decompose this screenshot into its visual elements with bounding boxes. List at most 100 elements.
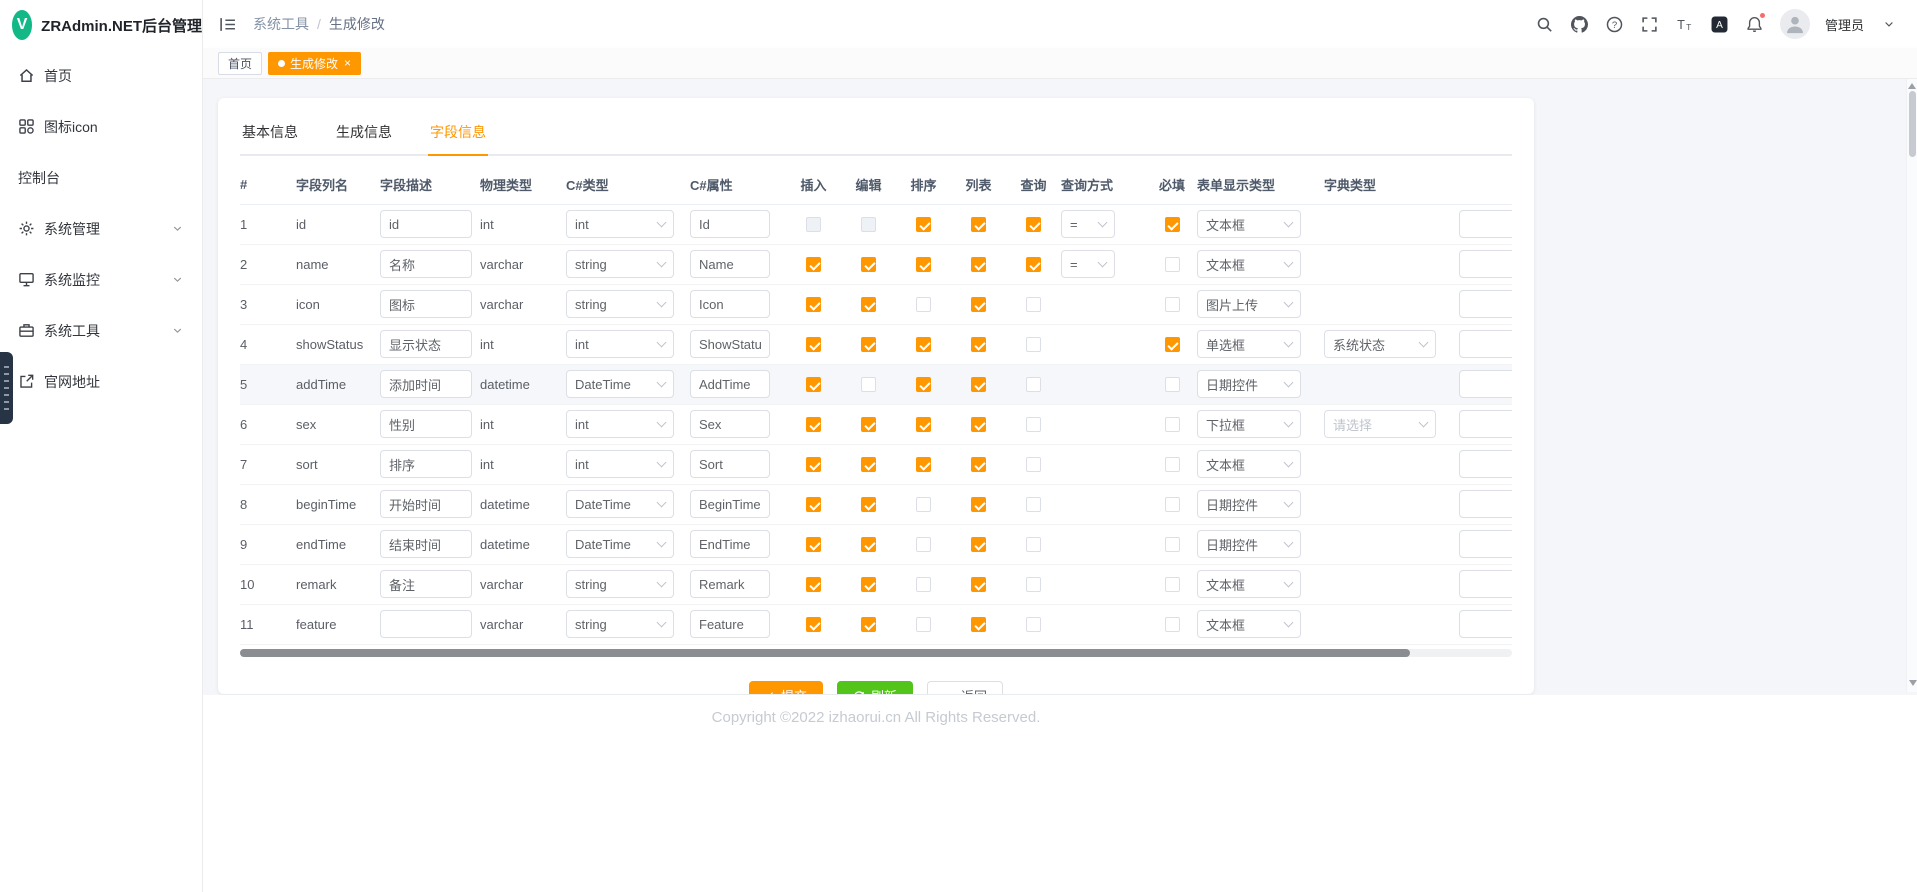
- sort-checkbox[interactable]: [916, 537, 931, 552]
- csharp-type-select[interactable]: string: [566, 250, 674, 278]
- theme-drawer-handle[interactable]: [0, 352, 13, 424]
- sidebar-item-console[interactable]: 控制台: [0, 152, 202, 203]
- list-checkbox[interactable]: [971, 617, 986, 632]
- required-checkbox[interactable]: [1165, 617, 1180, 632]
- edit-checkbox[interactable]: [861, 417, 876, 432]
- list-checkbox[interactable]: [971, 297, 986, 312]
- scroll-up-arrow[interactable]: [1908, 83, 1916, 89]
- extra-input[interactable]: [1459, 290, 1512, 318]
- csharp-attr-input[interactable]: [690, 450, 770, 478]
- tag-close-icon[interactable]: ×: [344, 57, 351, 69]
- display-type-select[interactable]: 日期控件: [1197, 530, 1301, 558]
- sort-checkbox[interactable]: [916, 257, 931, 272]
- desc-input[interactable]: [380, 450, 472, 478]
- sort-checkbox[interactable]: [916, 457, 931, 472]
- sort-checkbox[interactable]: [916, 337, 931, 352]
- tag-gencode[interactable]: 生成修改×: [268, 52, 361, 75]
- list-checkbox[interactable]: [971, 257, 986, 272]
- edit-checkbox[interactable]: [861, 577, 876, 592]
- sort-checkbox[interactable]: [916, 377, 931, 392]
- sidebar-fold-icon[interactable]: [217, 14, 237, 34]
- user-name[interactable]: 管理员: [1825, 15, 1864, 34]
- bell-icon[interactable]: [1745, 14, 1765, 34]
- sort-checkbox[interactable]: [916, 217, 931, 232]
- csharp-attr-input[interactable]: [690, 250, 770, 278]
- breadcrumb-item-parent[interactable]: 系统工具: [253, 14, 309, 34]
- desc-input[interactable]: [380, 530, 472, 558]
- insert-checkbox[interactable]: [806, 297, 821, 312]
- edit-checkbox[interactable]: [861, 257, 876, 272]
- query-type-select[interactable]: =: [1061, 250, 1115, 278]
- csharp-attr-input[interactable]: [690, 610, 770, 638]
- list-checkbox[interactable]: [971, 377, 986, 392]
- tab-basic-info[interactable]: 基本信息: [240, 116, 300, 154]
- insert-checkbox[interactable]: [806, 337, 821, 352]
- desc-input[interactable]: [380, 370, 472, 398]
- avatar[interactable]: [1780, 9, 1810, 39]
- display-type-select[interactable]: 图片上传: [1197, 290, 1301, 318]
- dict-type-select[interactable]: 系统状态: [1324, 330, 1436, 358]
- query-checkbox[interactable]: [1026, 537, 1041, 552]
- tab-gen-info[interactable]: 生成信息: [334, 116, 394, 154]
- desc-input[interactable]: [380, 490, 472, 518]
- search-icon[interactable]: [1535, 14, 1555, 34]
- insert-checkbox[interactable]: [806, 417, 821, 432]
- sort-checkbox[interactable]: [916, 577, 931, 592]
- query-checkbox[interactable]: [1026, 217, 1041, 232]
- csharp-attr-input[interactable]: [690, 370, 770, 398]
- extra-input[interactable]: [1459, 530, 1512, 558]
- extra-input[interactable]: [1459, 370, 1512, 398]
- insert-checkbox[interactable]: [806, 217, 821, 232]
- csharp-type-select[interactable]: int: [566, 450, 674, 478]
- sidebar-item-system-manage[interactable]: 系统管理: [0, 203, 202, 254]
- csharp-attr-input[interactable]: [690, 330, 770, 358]
- desc-input[interactable]: [380, 570, 472, 598]
- insert-checkbox[interactable]: [806, 497, 821, 512]
- list-checkbox[interactable]: [971, 337, 986, 352]
- insert-checkbox[interactable]: [806, 617, 821, 632]
- extra-input[interactable]: [1459, 410, 1512, 438]
- horizontal-scrollbar-thumb[interactable]: [240, 649, 1410, 657]
- insert-checkbox[interactable]: [806, 377, 821, 392]
- desc-input[interactable]: [380, 210, 472, 238]
- fullscreen-icon[interactable]: [1640, 14, 1660, 34]
- dict-type-select[interactable]: 请选择: [1324, 410, 1436, 438]
- insert-checkbox[interactable]: [806, 577, 821, 592]
- sidebar-item-system-tools[interactable]: 系统工具: [0, 305, 202, 356]
- csharp-type-select[interactable]: string: [566, 610, 674, 638]
- query-checkbox[interactable]: [1026, 337, 1041, 352]
- sort-checkbox[interactable]: [916, 417, 931, 432]
- sidebar-item-home[interactable]: 首页: [0, 50, 202, 101]
- insert-checkbox[interactable]: [806, 257, 821, 272]
- csharp-type-select[interactable]: DateTime: [566, 370, 674, 398]
- language-icon[interactable]: A: [1710, 14, 1730, 34]
- font-size-icon[interactable]: TT: [1675, 14, 1695, 34]
- list-checkbox[interactable]: [971, 217, 986, 232]
- query-checkbox[interactable]: [1026, 577, 1041, 592]
- display-type-select[interactable]: 文本框: [1197, 450, 1301, 478]
- extra-input[interactable]: [1459, 490, 1512, 518]
- query-checkbox[interactable]: [1026, 377, 1041, 392]
- submit-button[interactable]: ✓ 提交: [749, 681, 823, 695]
- query-checkbox[interactable]: [1026, 417, 1041, 432]
- display-type-select[interactable]: 单选框: [1197, 330, 1301, 358]
- sort-checkbox[interactable]: [916, 617, 931, 632]
- desc-input[interactable]: [380, 410, 472, 438]
- required-checkbox[interactable]: [1165, 297, 1180, 312]
- display-type-select[interactable]: 文本框: [1197, 610, 1301, 638]
- extra-input[interactable]: [1459, 330, 1512, 358]
- back-button[interactable]: ← 返回: [927, 681, 1003, 695]
- tab-field-info[interactable]: 字段信息: [428, 116, 488, 154]
- extra-input[interactable]: [1459, 450, 1512, 478]
- csharp-attr-input[interactable]: [690, 210, 770, 238]
- insert-checkbox[interactable]: [806, 457, 821, 472]
- display-type-select[interactable]: 日期控件: [1197, 490, 1301, 518]
- list-checkbox[interactable]: [971, 417, 986, 432]
- csharp-type-select[interactable]: int: [566, 330, 674, 358]
- list-checkbox[interactable]: [971, 457, 986, 472]
- display-type-select[interactable]: 文本框: [1197, 210, 1301, 238]
- desc-input[interactable]: [380, 290, 472, 318]
- caret-down-icon[interactable]: [1879, 14, 1899, 34]
- required-checkbox[interactable]: [1165, 337, 1180, 352]
- required-checkbox[interactable]: [1165, 577, 1180, 592]
